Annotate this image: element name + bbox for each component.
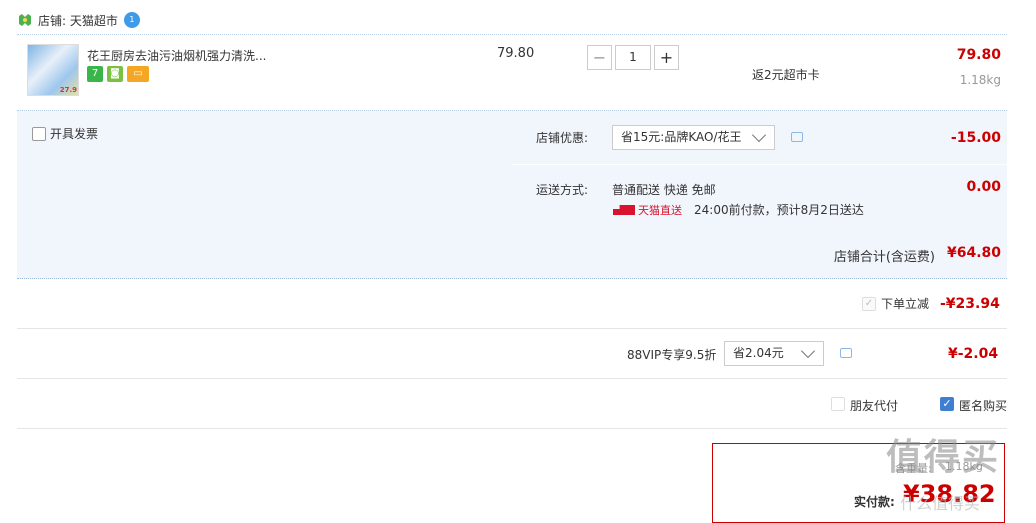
chevron-down-icon bbox=[800, 343, 816, 359]
vip-discount-value: 省2.04元 bbox=[733, 346, 784, 360]
chevron-down-icon bbox=[751, 127, 767, 143]
delivery-amount: 0.00 bbox=[966, 179, 1001, 195]
tmall-direct-logo: 天猫直送 bbox=[613, 202, 682, 218]
quantity-plus-button[interactable]: + bbox=[654, 45, 679, 70]
delivery-note: 24:00前付款，预计8月2日送达 bbox=[694, 203, 864, 217]
watermark-logo: 值得买 bbox=[886, 437, 1001, 478]
vip-label: 88VIP专享9.5折 bbox=[627, 348, 717, 362]
delivery-label: 运送方式: bbox=[536, 183, 589, 197]
shop-name[interactable]: 店铺: 天猫超市 bbox=[38, 12, 118, 29]
message-icon[interactable] bbox=[791, 132, 803, 142]
vip-discount-amount: ¥-2.04 bbox=[948, 346, 999, 362]
shop-discount-label: 店铺优惠: bbox=[536, 131, 589, 145]
quantity-stepper: − 1 + bbox=[587, 45, 679, 70]
row-divider bbox=[17, 428, 1007, 429]
vip-discount-select[interactable]: 省2.04元 bbox=[724, 341, 824, 366]
seven-day-return-icon[interactable]: 7 bbox=[87, 66, 103, 82]
product-thumbnail[interactable]: 27.9 bbox=[27, 44, 79, 96]
credit-card-icon[interactable]: ▭ bbox=[127, 66, 149, 82]
tmall-direct-label: 天猫直送 bbox=[638, 204, 682, 217]
gift-card-note: 返2元超市卡 bbox=[752, 68, 820, 82]
instant-discount-checkbox: ✓ bbox=[862, 297, 876, 311]
item-weight: 1.18kg bbox=[959, 73, 1001, 87]
anonymous-checkbox[interactable]: ✓ bbox=[940, 397, 954, 411]
shop-icon bbox=[19, 14, 31, 26]
shop-total-value: ¥64.80 bbox=[946, 245, 1001, 261]
quantity-minus-button[interactable]: − bbox=[587, 45, 612, 70]
row-divider bbox=[17, 378, 1007, 379]
row-divider bbox=[17, 328, 1007, 329]
invoice-checkbox[interactable] bbox=[32, 126, 46, 141]
shop-discount-select[interactable]: 省15元:品牌KAO/花王 bbox=[612, 125, 775, 150]
watermark-text: 什么值得买 bbox=[900, 494, 981, 513]
invoice-label: 开具发票 bbox=[50, 127, 99, 141]
pay-amount-label: 实付款: bbox=[854, 495, 895, 509]
quantity-input[interactable]: 1 bbox=[615, 45, 651, 70]
invoice-option[interactable]: 开具发票 bbox=[32, 125, 98, 142]
delivery-method: 普通配送 快递 免邮 bbox=[612, 183, 716, 197]
friend-pay-label: 朋友代付 bbox=[850, 399, 899, 413]
cart-item-row: 27.9 花王厨房去油污油烟机强力清洗... 7 ◙ ▭ 79.80 − 1 +… bbox=[17, 34, 1007, 110]
friend-pay-checkbox[interactable] bbox=[831, 397, 845, 411]
shop-discount-value: 省15元:品牌KAO/花王 bbox=[621, 130, 742, 144]
options-divider bbox=[511, 164, 1007, 165]
shop-header: 店铺: 天猫超市 1 bbox=[18, 10, 140, 30]
unit-price: 79.80 bbox=[497, 46, 535, 61]
product-title[interactable]: 花王厨房去油污油烟机强力清洗... bbox=[87, 47, 266, 64]
tmall-icon bbox=[613, 205, 635, 215]
shop-discount-amount: -15.00 bbox=[950, 130, 1001, 146]
shop-total-bar: 店铺合计(含运费) ¥64.80 bbox=[17, 228, 1007, 279]
shop-total-label: 店铺合计(含运费) bbox=[833, 250, 935, 265]
thumbnail-price-tag: 27.9 bbox=[59, 86, 77, 94]
guarantee-icon[interactable]: ◙ bbox=[107, 66, 123, 82]
anonymous-label: 匿名购买 bbox=[959, 399, 1008, 413]
wangwang-chat-icon[interactable]: 1 bbox=[123, 12, 140, 28]
item-subtotal: 79.80 bbox=[956, 47, 1001, 63]
service-badges: 7 ◙ ▭ bbox=[87, 66, 149, 82]
instant-discount-value: -¥23.94 bbox=[940, 296, 1000, 312]
message-icon[interactable] bbox=[840, 348, 852, 358]
order-options-panel: 开具发票 店铺优惠: 省15元:品牌KAO/花王 -15.00 运送方式: 普通… bbox=[17, 110, 1007, 228]
instant-discount-label: 下单立减 bbox=[881, 297, 930, 311]
